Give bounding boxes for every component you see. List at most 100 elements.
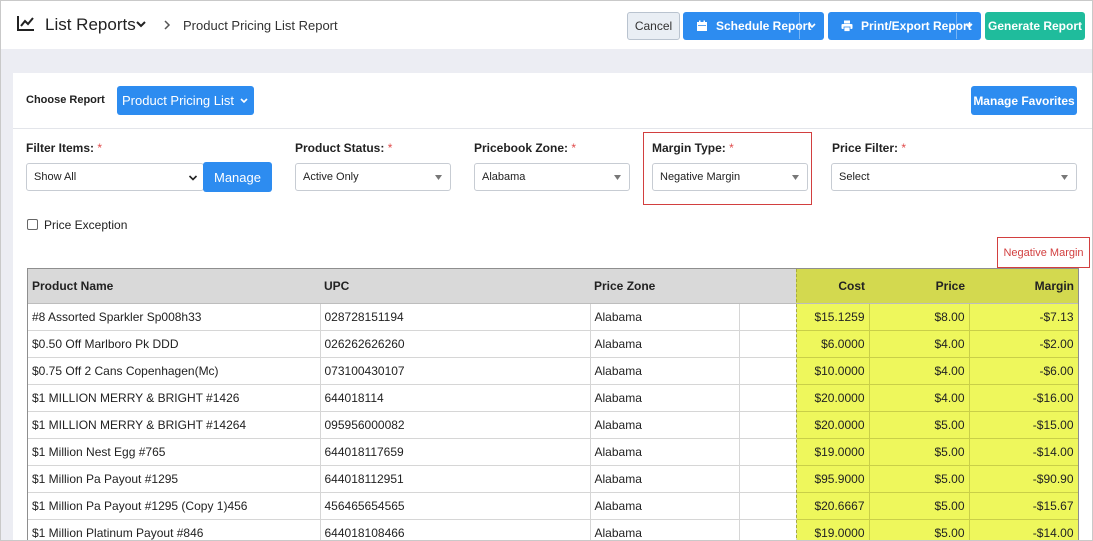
cell-upc: 644018112951 xyxy=(320,465,591,493)
required-mark: * xyxy=(571,141,577,155)
cell-upc: 073100430107 xyxy=(320,357,591,385)
cell-margin: -$7.13 xyxy=(969,303,1078,331)
column-header-price[interactable]: Price xyxy=(869,269,969,304)
chevron-down-icon[interactable] xyxy=(135,18,147,30)
pricebook-zone-value: Alabama xyxy=(482,171,526,183)
caret-down-icon xyxy=(1061,175,1068,180)
price-filter-select[interactable]: Select xyxy=(831,163,1077,191)
margin-type-highlight xyxy=(643,132,812,205)
cell-price: $4.00 xyxy=(869,330,970,358)
table-row[interactable]: $1 Million Pa Payout #1295 644018112951 Al… xyxy=(28,465,1078,493)
cell-price-zone: Alabama xyxy=(590,519,740,540)
cell-product-name: $1 Million Pa Payout #1295 (Copy 1)456 xyxy=(28,492,321,520)
manage-label: Manage xyxy=(214,169,261,185)
caret-down-icon xyxy=(614,175,621,180)
cell-margin: -$16.00 xyxy=(969,384,1078,412)
cell-price: $5.00 xyxy=(869,411,970,439)
generate-report-button[interactable]: Generate Report xyxy=(985,12,1085,40)
cell-blank xyxy=(739,357,797,385)
cell-upc: 456465654565 xyxy=(320,492,591,520)
cell-price-zone: Alabama xyxy=(590,465,740,493)
cell-upc: 644018114 xyxy=(320,384,591,412)
table-row[interactable]: $1 MILLION MERRY & BRIGHT #14264 09595600… xyxy=(28,411,1078,439)
breadcrumb: Product Pricing List Report xyxy=(183,18,338,33)
printer-icon xyxy=(841,20,853,32)
cell-price: $5.00 xyxy=(869,465,970,493)
cell-product-name: #8 Assorted Sparkler Sp008h33 xyxy=(28,303,321,331)
pricebook-zone-label: Pricebook Zone: * xyxy=(474,141,576,155)
cell-product-name: $1 Million Platinum Payout #846 xyxy=(28,519,321,540)
table-row[interactable]: #8 Assorted Sparkler Sp008h33 02872815119… xyxy=(28,303,1078,331)
manage-filter-items-button[interactable]: Manage xyxy=(203,162,272,192)
cell-product-name: $1 Million Nest Egg #765 xyxy=(28,438,321,466)
table-row[interactable]: $1 MILLION MERRY & BRIGHT #1426 644018114… xyxy=(28,384,1078,412)
generate-report-label: Generate Report xyxy=(987,19,1083,33)
filter-items-label: Filter Items: * xyxy=(26,141,102,155)
cell-upc: 026262626260 xyxy=(320,330,591,358)
price-filter-label: Price Filter: * xyxy=(832,141,906,155)
cell-price: $8.00 xyxy=(869,303,970,331)
cell-cost: $10.0000 xyxy=(796,357,870,385)
print-export-button[interactable]: Print/Export Report xyxy=(828,12,981,40)
cell-blank xyxy=(739,384,797,412)
cell-cost: $6.0000 xyxy=(796,330,870,358)
chevron-down-icon xyxy=(240,97,248,103)
pricebook-zone-select[interactable]: Alabama xyxy=(474,163,630,191)
filter-items-value: Show All xyxy=(34,171,77,183)
table-row[interactable]: $1 Million Platinum Payout #846 644018108… xyxy=(28,519,1078,540)
cell-product-name: $1 MILLION MERRY & BRIGHT #1426 xyxy=(28,384,321,412)
cell-price-zone: Alabama xyxy=(590,438,740,466)
print-dropdown-toggle[interactable] xyxy=(956,13,980,39)
cell-margin: -$15.67 xyxy=(969,492,1078,520)
column-header-product-name[interactable]: Product Name xyxy=(28,269,320,304)
table-row[interactable]: $0.75 Off 2 Cans Copenhagen(Mc) 073100430… xyxy=(28,357,1078,385)
cancel-button[interactable]: Cancel xyxy=(627,12,680,40)
required-mark: * xyxy=(97,141,103,155)
cell-cost: $95.9000 xyxy=(796,465,870,493)
price-exception-checkbox[interactable] xyxy=(27,219,38,230)
cell-price: $5.00 xyxy=(869,519,970,540)
column-header-upc[interactable]: UPC xyxy=(320,269,590,304)
table-row[interactable]: $1 Million Pa Payout #1295 (Copy 1)456 45… xyxy=(28,492,1078,520)
calendar-icon xyxy=(697,20,707,31)
cell-blank xyxy=(739,438,797,466)
schedule-dropdown-toggle[interactable] xyxy=(799,13,823,39)
choose-report-button[interactable]: Product Pricing List xyxy=(117,86,254,115)
required-mark: * xyxy=(387,141,393,155)
app-title[interactable]: List Reports xyxy=(45,15,136,35)
table-row[interactable]: $0.50 Off Marlboro Pk DDD 026262626260 Ala… xyxy=(28,330,1078,358)
schedule-report-button[interactable]: Schedule Report xyxy=(683,12,824,40)
cell-margin: -$90.90 xyxy=(969,465,1078,493)
cell-price: $5.00 xyxy=(869,438,970,466)
cell-margin: -$14.00 xyxy=(969,519,1078,540)
header-separator xyxy=(1,49,1092,73)
manage-favorites-button[interactable]: Manage Favorites xyxy=(971,86,1077,115)
cell-price: $4.00 xyxy=(869,357,970,385)
chevron-right-icon xyxy=(164,20,171,30)
filter-items-select[interactable]: Show All xyxy=(26,163,204,191)
product-status-value: Active Only xyxy=(303,171,359,183)
cell-blank xyxy=(739,330,797,358)
cell-price-zone: Alabama xyxy=(590,330,740,358)
chevron-down-icon xyxy=(188,175,198,181)
top-bar: List Reports Product Pricing List Report… xyxy=(1,1,1092,49)
column-header-cost[interactable]: Cost xyxy=(796,269,869,304)
cell-blank xyxy=(739,519,797,540)
cell-product-name: $1 Million Pa Payout #1295 xyxy=(28,465,321,493)
table-row[interactable]: $1 Million Nest Egg #765 644018117659 Alab… xyxy=(28,438,1078,466)
cell-price-zone: Alabama xyxy=(590,303,740,331)
price-exception-label: Price Exception xyxy=(44,218,128,232)
cell-upc: 644018117659 xyxy=(320,438,591,466)
chevron-down-icon xyxy=(807,23,816,29)
cell-upc: 644018108466 xyxy=(320,519,591,540)
product-status-select[interactable]: Active Only xyxy=(295,163,451,191)
column-header-margin[interactable]: Margin xyxy=(969,269,1078,304)
pricing-table-grid: Product Name UPC Price Zone Cost Price M… xyxy=(28,269,1078,540)
caret-down-icon xyxy=(435,175,442,180)
cell-margin: -$14.00 xyxy=(969,438,1078,466)
column-header-price-zone[interactable]: Price Zone xyxy=(590,269,739,304)
manage-favorites-label: Manage Favorites xyxy=(973,93,1075,108)
pricebook-zone-label-text: Pricebook Zone: xyxy=(474,141,569,155)
cell-price-zone: Alabama xyxy=(590,384,740,412)
cell-price-zone: Alabama xyxy=(590,492,740,520)
